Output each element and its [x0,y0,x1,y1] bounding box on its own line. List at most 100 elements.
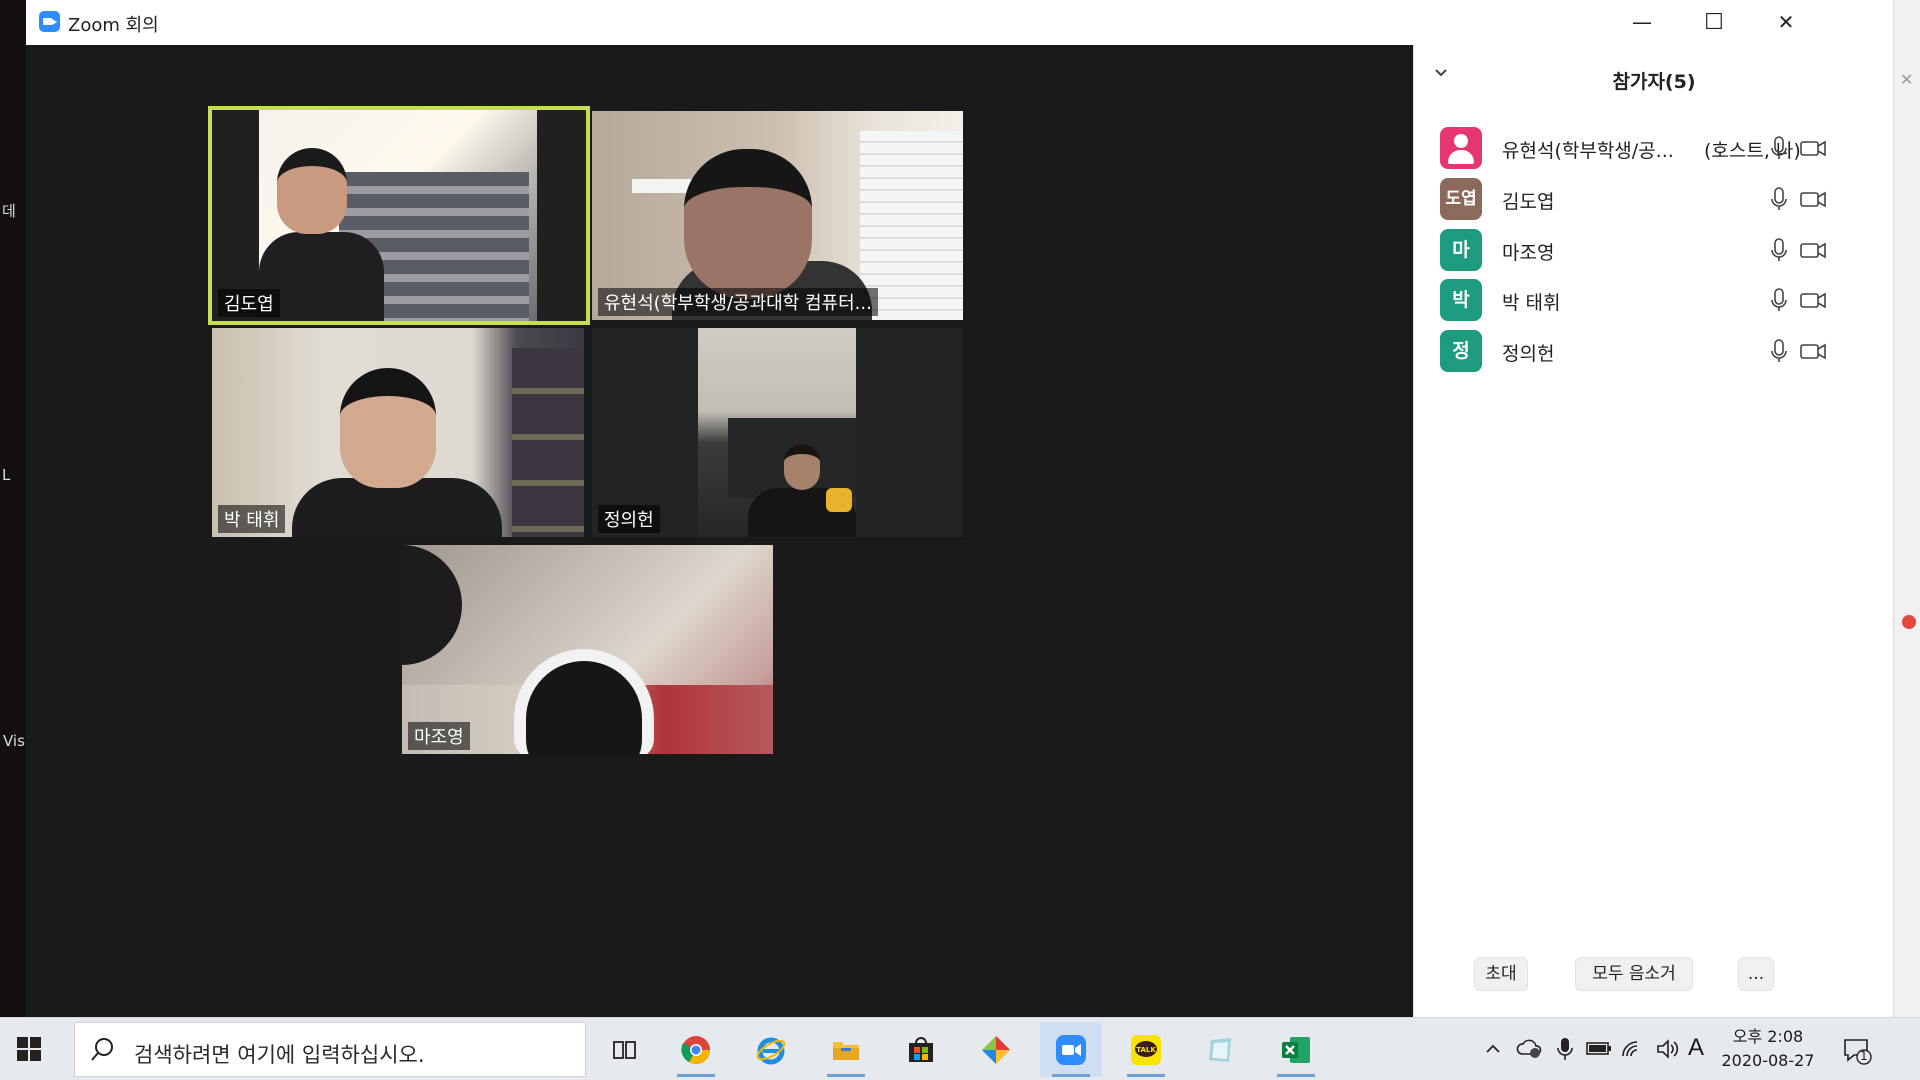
participant-name: 김도엽 [1502,191,1555,213]
taskbar-app-diamond[interactable] [965,1022,1027,1077]
zoom-meeting-window: Zoom 회의 — ☐ ✕ 김도엽 유현석(학부학생/공과대학 컴퓨터... 박… [26,0,1893,1017]
taskbar-app-store[interactable] [890,1022,952,1077]
avatar [1440,127,1482,169]
video-tile[interactable]: 유현석(학부학생/공과대학 컴퓨터... [592,111,963,320]
participant-name: 박 태휘 [1502,292,1561,314]
zoom-icon [1055,1034,1087,1066]
running-indicator [1277,1074,1315,1077]
microphone-icon[interactable] [1764,184,1794,214]
person-head [784,444,820,490]
kakaotalk-icon: TALK [1130,1034,1162,1066]
windows-start-icon[interactable] [16,1036,42,1062]
close-button[interactable]: ✕ [1750,0,1822,45]
store-icon [905,1034,937,1066]
video-camera-icon[interactable] [1798,184,1828,214]
yellow-object [826,488,852,512]
video-tile[interactable]: 박 태휘 [212,328,584,537]
bookshelf [512,348,584,537]
clock-time: 오후 2:08 [1732,1027,1804,1046]
invite-button[interactable]: 초대 [1474,957,1528,991]
mute-all-button[interactable]: 모두 음소거 [1575,957,1693,991]
taskbar-app-kakaotalk[interactable]: TALK [1115,1022,1177,1077]
video-tile-active-speaker[interactable]: 김도엽 [208,106,590,325]
input-method-indicator[interactable]: A [1688,1034,1704,1080]
person-head [277,148,347,234]
video-tile[interactable]: 마조영 [402,545,773,754]
desktop-left-strip: 데 L Vis [0,0,26,1017]
taskbar-app-notes[interactable] [1190,1022,1252,1077]
notes-icon [1205,1034,1237,1066]
person-head [340,368,436,488]
video-camera-icon[interactable] [1798,235,1828,265]
notification-dot [1902,615,1916,629]
taskbar-app-excel[interactable] [1265,1022,1327,1077]
taskbar-app-zoom[interactable] [1040,1022,1102,1077]
battery-icon[interactable] [1585,1038,1613,1080]
participant-name: 마조영 [1502,242,1555,264]
participant-name: 유현석(학부학생/공... [1502,140,1674,162]
desktop-right-strip: ✕ [1893,0,1920,1017]
microphone-shadow [402,545,462,665]
person-head [684,149,812,299]
desktop-icon-label: L [2,466,11,484]
notification-center-icon[interactable]: 1 [1842,1036,1872,1080]
avatar: 정 [1440,330,1482,372]
colorful-diamond-icon [980,1034,1012,1066]
desktop-icon-label: 데 [2,202,16,220]
excel-icon [1280,1034,1312,1066]
running-indicator [1052,1074,1090,1077]
taskbar-clock[interactable]: 오후 2:08 2020-08-27 [1720,1025,1816,1073]
participant-name-label: 박 태휘 [218,505,286,533]
zoom-icon [39,11,60,32]
participant-name-label: 김도엽 [218,289,280,317]
participants-title: 참가자(5) [1612,71,1696,93]
chrome-icon [680,1034,712,1066]
participant-name-label: 정의헌 [598,505,660,533]
minimize-button[interactable]: — [1606,0,1678,45]
taskbar-app-internet-explorer[interactable] [740,1022,802,1077]
video-camera-icon[interactable] [1798,285,1828,315]
microphone-icon[interactable] [1764,285,1794,315]
microphone-icon[interactable] [1764,235,1794,265]
onedrive-icon[interactable] [1515,1036,1543,1080]
running-indicator [677,1074,715,1077]
task-view-icon [608,1034,640,1066]
folder-icon [830,1034,862,1066]
task-view-button[interactable] [593,1022,655,1077]
close-icon: ✕ [1900,70,1914,89]
search-icon [89,1036,117,1068]
taskbar: 검색하려면 여기에 입력하십시오. TALK A 오후 2:08 2020-08… [0,1017,1920,1080]
microphone-icon[interactable] [1764,336,1794,366]
window-title: Zoom 회의 [68,15,159,36]
svg-text:TALK: TALK [1136,1046,1156,1054]
taskbar-app-file-explorer[interactable] [815,1022,877,1077]
taskbar-search-box[interactable]: 검색하려면 여기에 입력하십시오. [74,1022,586,1077]
running-indicator [1127,1074,1165,1077]
search-placeholder: 검색하려면 여기에 입력하십시오. [134,1043,425,1067]
desktop-icon-label: Vis [3,732,25,750]
participant-name-label: 마조영 [408,722,470,750]
title-bar: Zoom 회의 — ☐ ✕ [26,0,1893,45]
volume-icon[interactable] [1655,1038,1681,1080]
maximize-button[interactable]: ☐ [1678,0,1750,45]
participant-row[interactable]: 정 정의헌 [1414,320,1894,382]
video-tile[interactable]: 정의헌 [592,328,963,537]
participant-name-label: 유현석(학부학생/공과대학 컴퓨터... [598,288,878,316]
participants-panel: 참가자(5) 유현석(학부학생/공... (호스트, 나) 도엽 김도엽 마 마… [1413,45,1893,1017]
chevron-up-icon[interactable] [1484,1040,1502,1080]
avatar: 마 [1440,229,1482,271]
internet-explorer-icon [755,1034,787,1066]
microphone-icon[interactable] [1555,1036,1575,1080]
wifi-icon[interactable] [1620,1038,1646,1080]
running-indicator [827,1074,865,1077]
video-gallery: 김도엽 유현석(학부학생/공과대학 컴퓨터... 박 태휘 정의헌 마조영 [26,45,1413,1017]
more-button[interactable]: ... [1738,957,1774,991]
clock-date: 2020-08-27 [1721,1051,1815,1070]
person-with-headphones [514,649,654,754]
video-camera-icon[interactable] [1798,133,1828,163]
taskbar-app-chrome[interactable] [665,1022,727,1077]
microphone-icon[interactable] [1764,133,1794,163]
video-camera-icon[interactable] [1798,336,1828,366]
avatar: 박 [1440,279,1482,321]
notification-count: 1 [1860,1049,1868,1063]
